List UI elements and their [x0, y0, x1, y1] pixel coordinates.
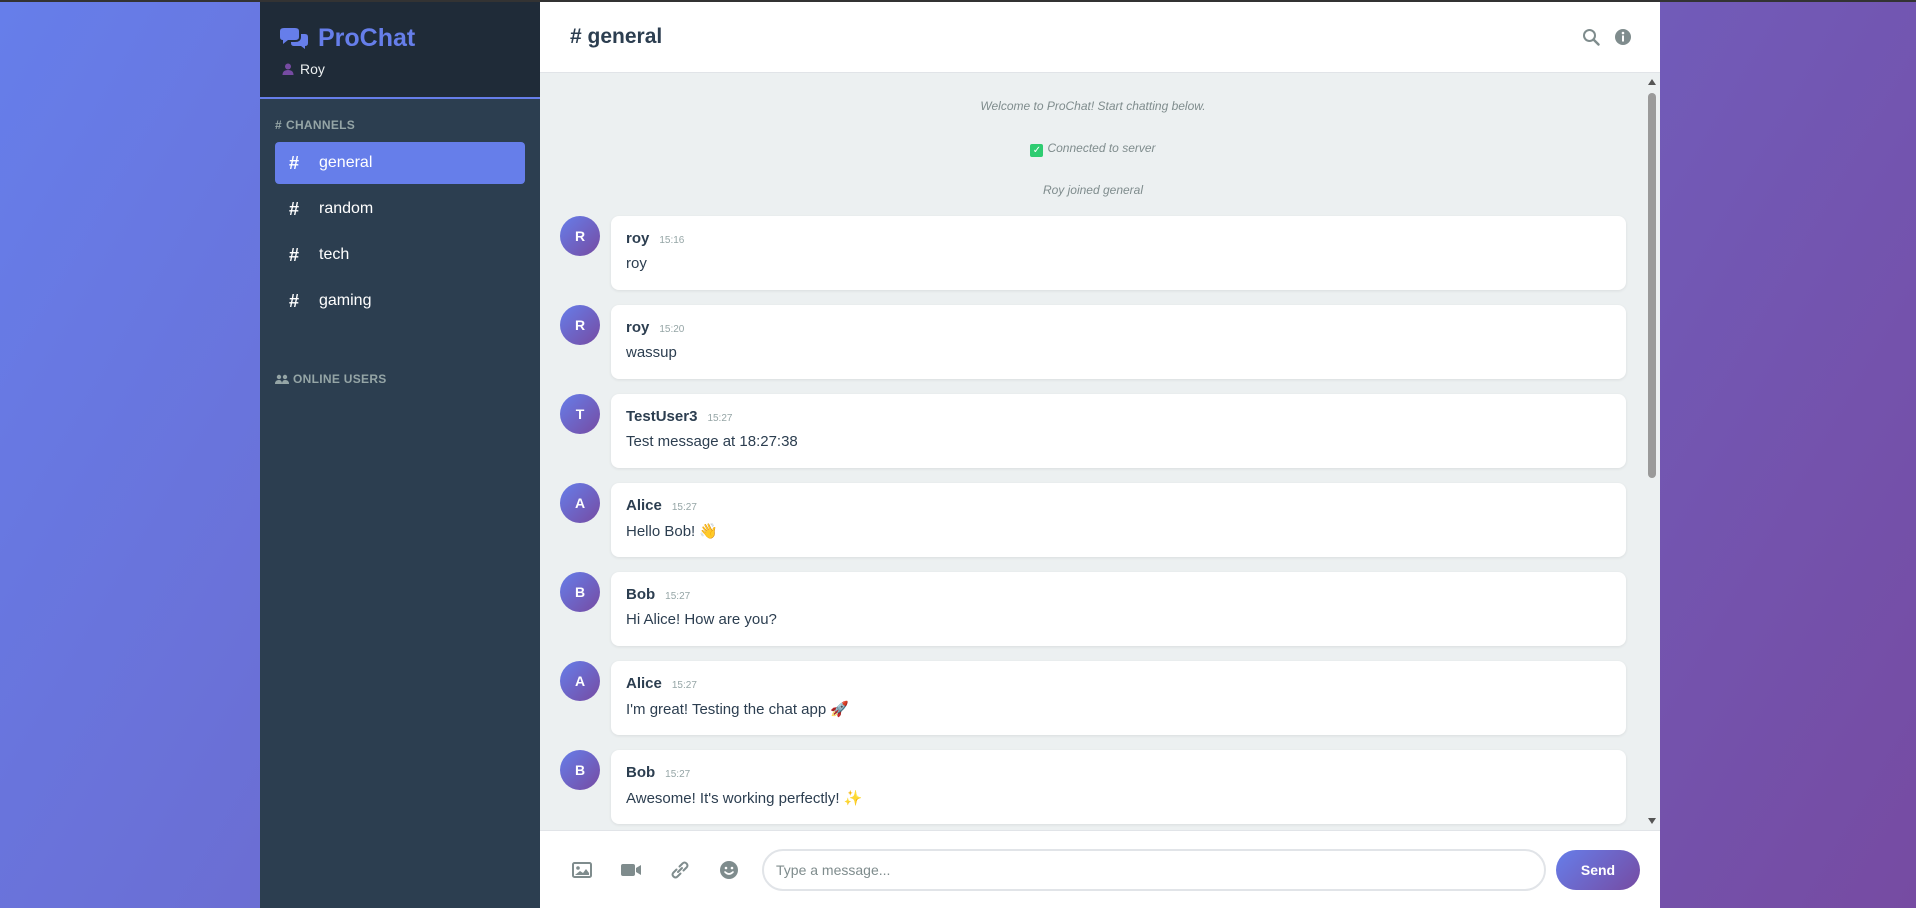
comments-icon [280, 27, 308, 49]
message-item: R roy 15:16 roy [560, 216, 1626, 290]
scroll-down-arrow-icon[interactable] [1648, 818, 1656, 824]
avatar: R [560, 216, 600, 256]
video-upload-button[interactable] [614, 853, 648, 887]
avatar: A [560, 483, 600, 523]
hash-icon: # [289, 290, 300, 311]
message-text: roy [626, 255, 647, 272]
channel-label: tech [319, 246, 350, 263]
channel-label: random [319, 200, 374, 217]
avatar: T [560, 394, 600, 434]
emoji-button[interactable] [712, 853, 746, 887]
message-bubble: Alice 15:27 Hello Bob! 👋 [611, 483, 1626, 557]
channel-item-tech[interactable]: # tech [275, 234, 525, 276]
channels-section-title: # CHANNELS [275, 118, 356, 132]
send-button[interactable]: Send [1556, 849, 1640, 890]
message-time: 15:27 [671, 680, 697, 691]
image-upload-button[interactable] [565, 853, 599, 887]
current-user: Roy [278, 61, 522, 77]
message-item: R roy 15:20 wassup [560, 305, 1626, 379]
message-item: B Bob 15:27 Hi Alice! How are you? [560, 572, 1626, 646]
message-item: A Alice 15:27 I'm great! Testing the chat… [560, 661, 1626, 735]
system-message: ✓ Connected to server [560, 127, 1626, 169]
message-author: Alice [626, 497, 662, 514]
current-user-name: Roy [300, 61, 325, 77]
message-input[interactable] [762, 848, 1546, 891]
message-item: T TestUser3 15:27 Test message at 18:27:3… [560, 394, 1626, 468]
message-list[interactable]: Welcome to ProChat! Start chatting below… [540, 73, 1660, 830]
message-bubble: Bob 15:27 Hi Alice! How are you? [611, 572, 1626, 646]
message-time: 15:20 [659, 324, 685, 335]
message-composer: Send [540, 830, 1660, 908]
channel-title: # general [570, 25, 663, 48]
channel-label: gaming [319, 292, 372, 309]
smile-icon [720, 860, 738, 879]
channel-item-general[interactable]: # general [275, 142, 525, 184]
chat-app: ProChat Roy # CHANNELS # general # rando… [260, 2, 1660, 908]
message-author: TestUser3 [626, 408, 698, 425]
message-bubble: Bob 15:27 Awesome! It's working perfectly… [611, 750, 1626, 824]
check-icon: ✓ [1030, 144, 1044, 157]
message-author: Bob [626, 764, 656, 781]
message-time: 15:27 [665, 769, 691, 780]
message-item: B Bob 15:27 Awesome! It's working perfect… [560, 750, 1626, 824]
link-button[interactable] [663, 853, 697, 887]
link-icon [671, 861, 689, 878]
video-icon [621, 863, 641, 876]
hash-icon: # [289, 198, 300, 219]
chat-header: # general [540, 2, 1660, 73]
info-icon[interactable] [1614, 28, 1632, 46]
message-bubble: Alice 15:27 I'm great! Testing the chat a… [611, 661, 1626, 735]
message-time: 15:16 [659, 235, 685, 246]
users-icon [275, 374, 289, 384]
message-scrollbar[interactable] [1646, 75, 1658, 828]
message-text: Test message at 18:27:38 [626, 433, 798, 450]
channel-label: general [319, 154, 373, 171]
online-users-section-title: ONLINE USERS [260, 372, 540, 386]
message-text: wassup [626, 344, 677, 361]
message-bubble: roy 15:20 wassup [611, 305, 1626, 379]
message-author: Alice [626, 675, 662, 692]
message-time: 15:27 [707, 413, 733, 424]
avatar: R [560, 305, 600, 345]
system-message: Roy joined general [1042, 183, 1144, 197]
sidebar: ProChat Roy # CHANNELS # general # rando… [260, 2, 540, 908]
scrollbar-thumb[interactable] [1648, 93, 1656, 478]
message-text: Hello Bob! 👋 [626, 523, 719, 540]
message-text: I'm great! Testing the chat app 🚀 [626, 701, 850, 718]
user-icon [282, 63, 294, 75]
hash-icon: # [289, 244, 300, 265]
sidebar-header: ProChat Roy [260, 2, 540, 99]
message-text: Awesome! It's working perfectly! ✨ [626, 790, 863, 807]
avatar: A [560, 661, 600, 701]
message-author: roy [626, 230, 650, 247]
header-actions [1582, 28, 1632, 46]
message-time: 15:27 [671, 502, 697, 513]
message-author: roy [626, 319, 650, 336]
message-text: Hi Alice! How are you? [626, 611, 777, 628]
channel-list: # general # random # tech # gaming [260, 142, 540, 326]
scroll-up-arrow-icon[interactable] [1648, 79, 1656, 85]
hash-icon: # [289, 152, 300, 173]
image-icon [572, 861, 592, 878]
channel-item-gaming[interactable]: # gaming [275, 280, 525, 322]
system-message: Welcome to ProChat! Start chatting below… [980, 99, 1206, 113]
message-bubble: roy 15:16 roy [611, 216, 1626, 290]
app-title: ProChat [318, 24, 416, 52]
message-time: 15:27 [665, 591, 691, 602]
chat-main: # general Welcome to ProChat! Start chat… [540, 2, 1660, 908]
brand: ProChat [278, 24, 522, 53]
avatar: B [560, 572, 600, 612]
channel-item-random[interactable]: # random [275, 188, 525, 230]
message-bubble: TestUser3 15:27 Test message at 18:27:38 [611, 394, 1626, 468]
avatar: B [560, 750, 600, 790]
search-icon[interactable] [1582, 28, 1600, 46]
message-item: A Alice 15:27 Hello Bob! 👋 [560, 483, 1626, 557]
hash-icon: # [275, 118, 282, 132]
message-author: Bob [626, 586, 656, 603]
